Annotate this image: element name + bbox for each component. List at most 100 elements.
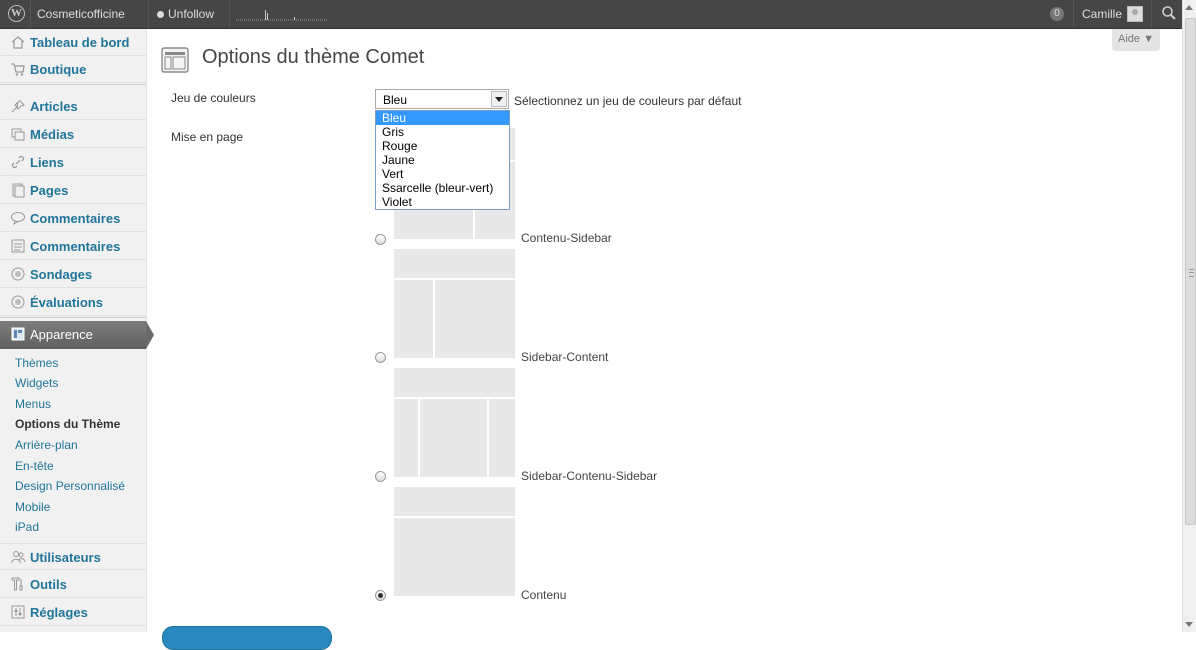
color-option[interactable]: Bleu	[376, 111, 509, 125]
sidebar-item-label: Réglages	[30, 605, 88, 620]
sidebar-item-label: Utilisateurs	[30, 550, 101, 565]
menu-separator	[0, 84, 146, 85]
sidebar-item-label: Commentaires	[30, 239, 121, 254]
dashboard-icon	[11, 36, 25, 49]
color-option[interactable]: Violet	[376, 195, 509, 209]
sidebar-item-apparence[interactable]: Apparence	[0, 321, 154, 349]
sidebar-item-articles[interactable]: Articles	[0, 93, 146, 120]
sidebar-item-medias[interactable]: Médias	[0, 121, 146, 148]
unfollow-dot-icon	[157, 11, 164, 18]
sidebar-item-label: Médias	[30, 127, 75, 142]
page-title: Options du thème Comet	[202, 46, 425, 68]
sidebar-item-sondages[interactable]: Sondages	[0, 261, 146, 288]
tools-icon	[11, 577, 23, 591]
appearance-page-icon	[161, 47, 189, 73]
appearance-icon	[11, 327, 25, 341]
admin-bar-divider	[148, 0, 149, 28]
sidebar-item-label: Outils	[30, 577, 67, 592]
color-option[interactable]: Rouge	[376, 139, 509, 153]
color-scheme-label: Jeu de couleurs	[171, 91, 256, 105]
search-icon[interactable]	[1161, 5, 1177, 21]
sidebar-item-label: Pages	[30, 183, 69, 198]
link-icon	[11, 155, 25, 169]
notification-count-badge[interactable]: 0	[1050, 7, 1064, 21]
admin-bar-divider	[1151, 0, 1152, 28]
color-option[interactable]: Jaune	[376, 153, 509, 167]
layout-option-label: Sidebar-Content	[521, 350, 609, 364]
site-name-link[interactable]: Cosmeticofficine	[37, 7, 125, 21]
sidebar-item-utilisateurs[interactable]: Utilisateurs	[0, 543, 146, 570]
menu-separator	[0, 317, 146, 318]
layout-option-label: Contenu-Sidebar	[521, 231, 612, 245]
sidebar-item-label: Liens	[30, 155, 64, 170]
users-icon	[11, 551, 26, 564]
sidebar-item-liens[interactable]: Liens	[0, 149, 146, 176]
submenu-item-theme-options[interactable]: Options du Thème	[15, 417, 120, 431]
scroll-down-arrow-icon[interactable]	[1185, 622, 1193, 627]
media-icon	[11, 128, 25, 141]
admin-bar-divider	[30, 0, 31, 28]
scroll-up-arrow-icon[interactable]	[1185, 5, 1193, 10]
color-scheme-description: Sélectionnez un jeu de couleurs par défa…	[514, 94, 742, 108]
admin-sidebar-menu: Tableau de bord Boutique Articles Médias…	[0, 29, 154, 632]
sidebar-item-dashboard[interactable]: Tableau de bord	[0, 29, 146, 56]
color-scheme-selected-value: Bleu	[383, 93, 408, 107]
save-button[interactable]	[162, 626, 332, 650]
submenu-item-ipad[interactable]: iPad	[15, 520, 39, 534]
layout-radio-content-sidebar[interactable]	[375, 234, 386, 245]
sidebar-item-label: Articles	[30, 99, 78, 114]
sidebar-item-label: Tableau de bord	[30, 35, 130, 50]
page-icon	[12, 183, 25, 198]
sidebar-item-label: Évaluations	[30, 295, 103, 310]
sidebar-item-label: Sondages	[30, 267, 93, 282]
sidebar-item-commentaires-2[interactable]: Commentaires	[0, 233, 146, 260]
pushpin-icon	[11, 99, 26, 113]
color-option[interactable]: Vert	[376, 167, 509, 181]
poll-icon	[11, 267, 25, 281]
color-option[interactable]: Ssarcelle (bleur-vert)	[376, 181, 509, 195]
submenu-item-mobile[interactable]: Mobile	[15, 500, 50, 514]
list-icon	[11, 239, 25, 253]
sidebar-item-label: Commentaires	[30, 211, 121, 226]
admin-bar: W Cosmeticofficine Unfollow 0 Camille	[0, 0, 1182, 29]
layout-radio-sidebar-content-sidebar[interactable]	[375, 471, 386, 482]
submenu-item-background[interactable]: Arrière-plan	[15, 438, 78, 452]
comment-icon	[11, 212, 25, 226]
chevron-down-icon[interactable]	[491, 91, 507, 107]
sidebar-item-boutique[interactable]: Boutique	[0, 56, 146, 83]
scrollbar-grip-icon	[1189, 269, 1194, 277]
sidebar-item-outils[interactable]: Outils	[0, 571, 146, 598]
help-tab[interactable]: Aide ▼	[1112, 29, 1160, 51]
sidebar-item-pages[interactable]: Pages	[0, 177, 146, 204]
layout-option-label: Contenu	[521, 588, 567, 602]
color-scheme-dropdown-list[interactable]: Bleu Gris Rouge Jaune Vert Ssarcelle (bl…	[375, 110, 510, 210]
sidebar-item-label: Boutique	[30, 62, 87, 77]
color-scheme-select[interactable]: Bleu	[375, 89, 509, 109]
rating-icon	[11, 295, 25, 309]
vertical-scrollbar[interactable]	[1182, 0, 1196, 632]
color-option[interactable]: Gris	[376, 125, 509, 139]
layout-radio-sidebar-content[interactable]	[375, 352, 386, 363]
layout-option-label: Sidebar-Contenu-Sidebar	[521, 469, 658, 483]
sidebar-item-reglages[interactable]: Réglages	[0, 599, 146, 626]
stats-sparkline-icon[interactable]	[236, 8, 328, 22]
admin-bar-divider	[229, 0, 230, 28]
wordpress-logo-icon[interactable]: W	[8, 5, 25, 22]
scrollbar-thumb[interactable]	[1185, 18, 1196, 525]
admin-bar-divider	[1073, 0, 1074, 28]
submenu-item-themes[interactable]: Thèmes	[15, 356, 58, 370]
submenu-item-header[interactable]: En-tête	[15, 459, 54, 473]
layout-label: Mise en page	[171, 130, 244, 144]
sidebar-item-label: Apparence	[30, 327, 93, 342]
unfollow-button[interactable]: Unfollow	[157, 7, 214, 21]
submenu-item-custom-design[interactable]: Design Personnalisé	[15, 479, 125, 493]
user-name-link[interactable]: Camille	[1082, 7, 1122, 21]
submenu-item-menus[interactable]: Menus	[15, 397, 51, 411]
submenu-item-widgets[interactable]: Widgets	[15, 376, 58, 390]
settings-icon	[11, 605, 25, 619]
sidebar-item-evaluations[interactable]: Évaluations	[0, 289, 146, 316]
avatar[interactable]	[1127, 6, 1143, 22]
unfollow-label: Unfollow	[168, 7, 215, 21]
sidebar-item-commentaires[interactable]: Commentaires	[0, 205, 146, 232]
layout-radio-content[interactable]	[375, 590, 386, 601]
